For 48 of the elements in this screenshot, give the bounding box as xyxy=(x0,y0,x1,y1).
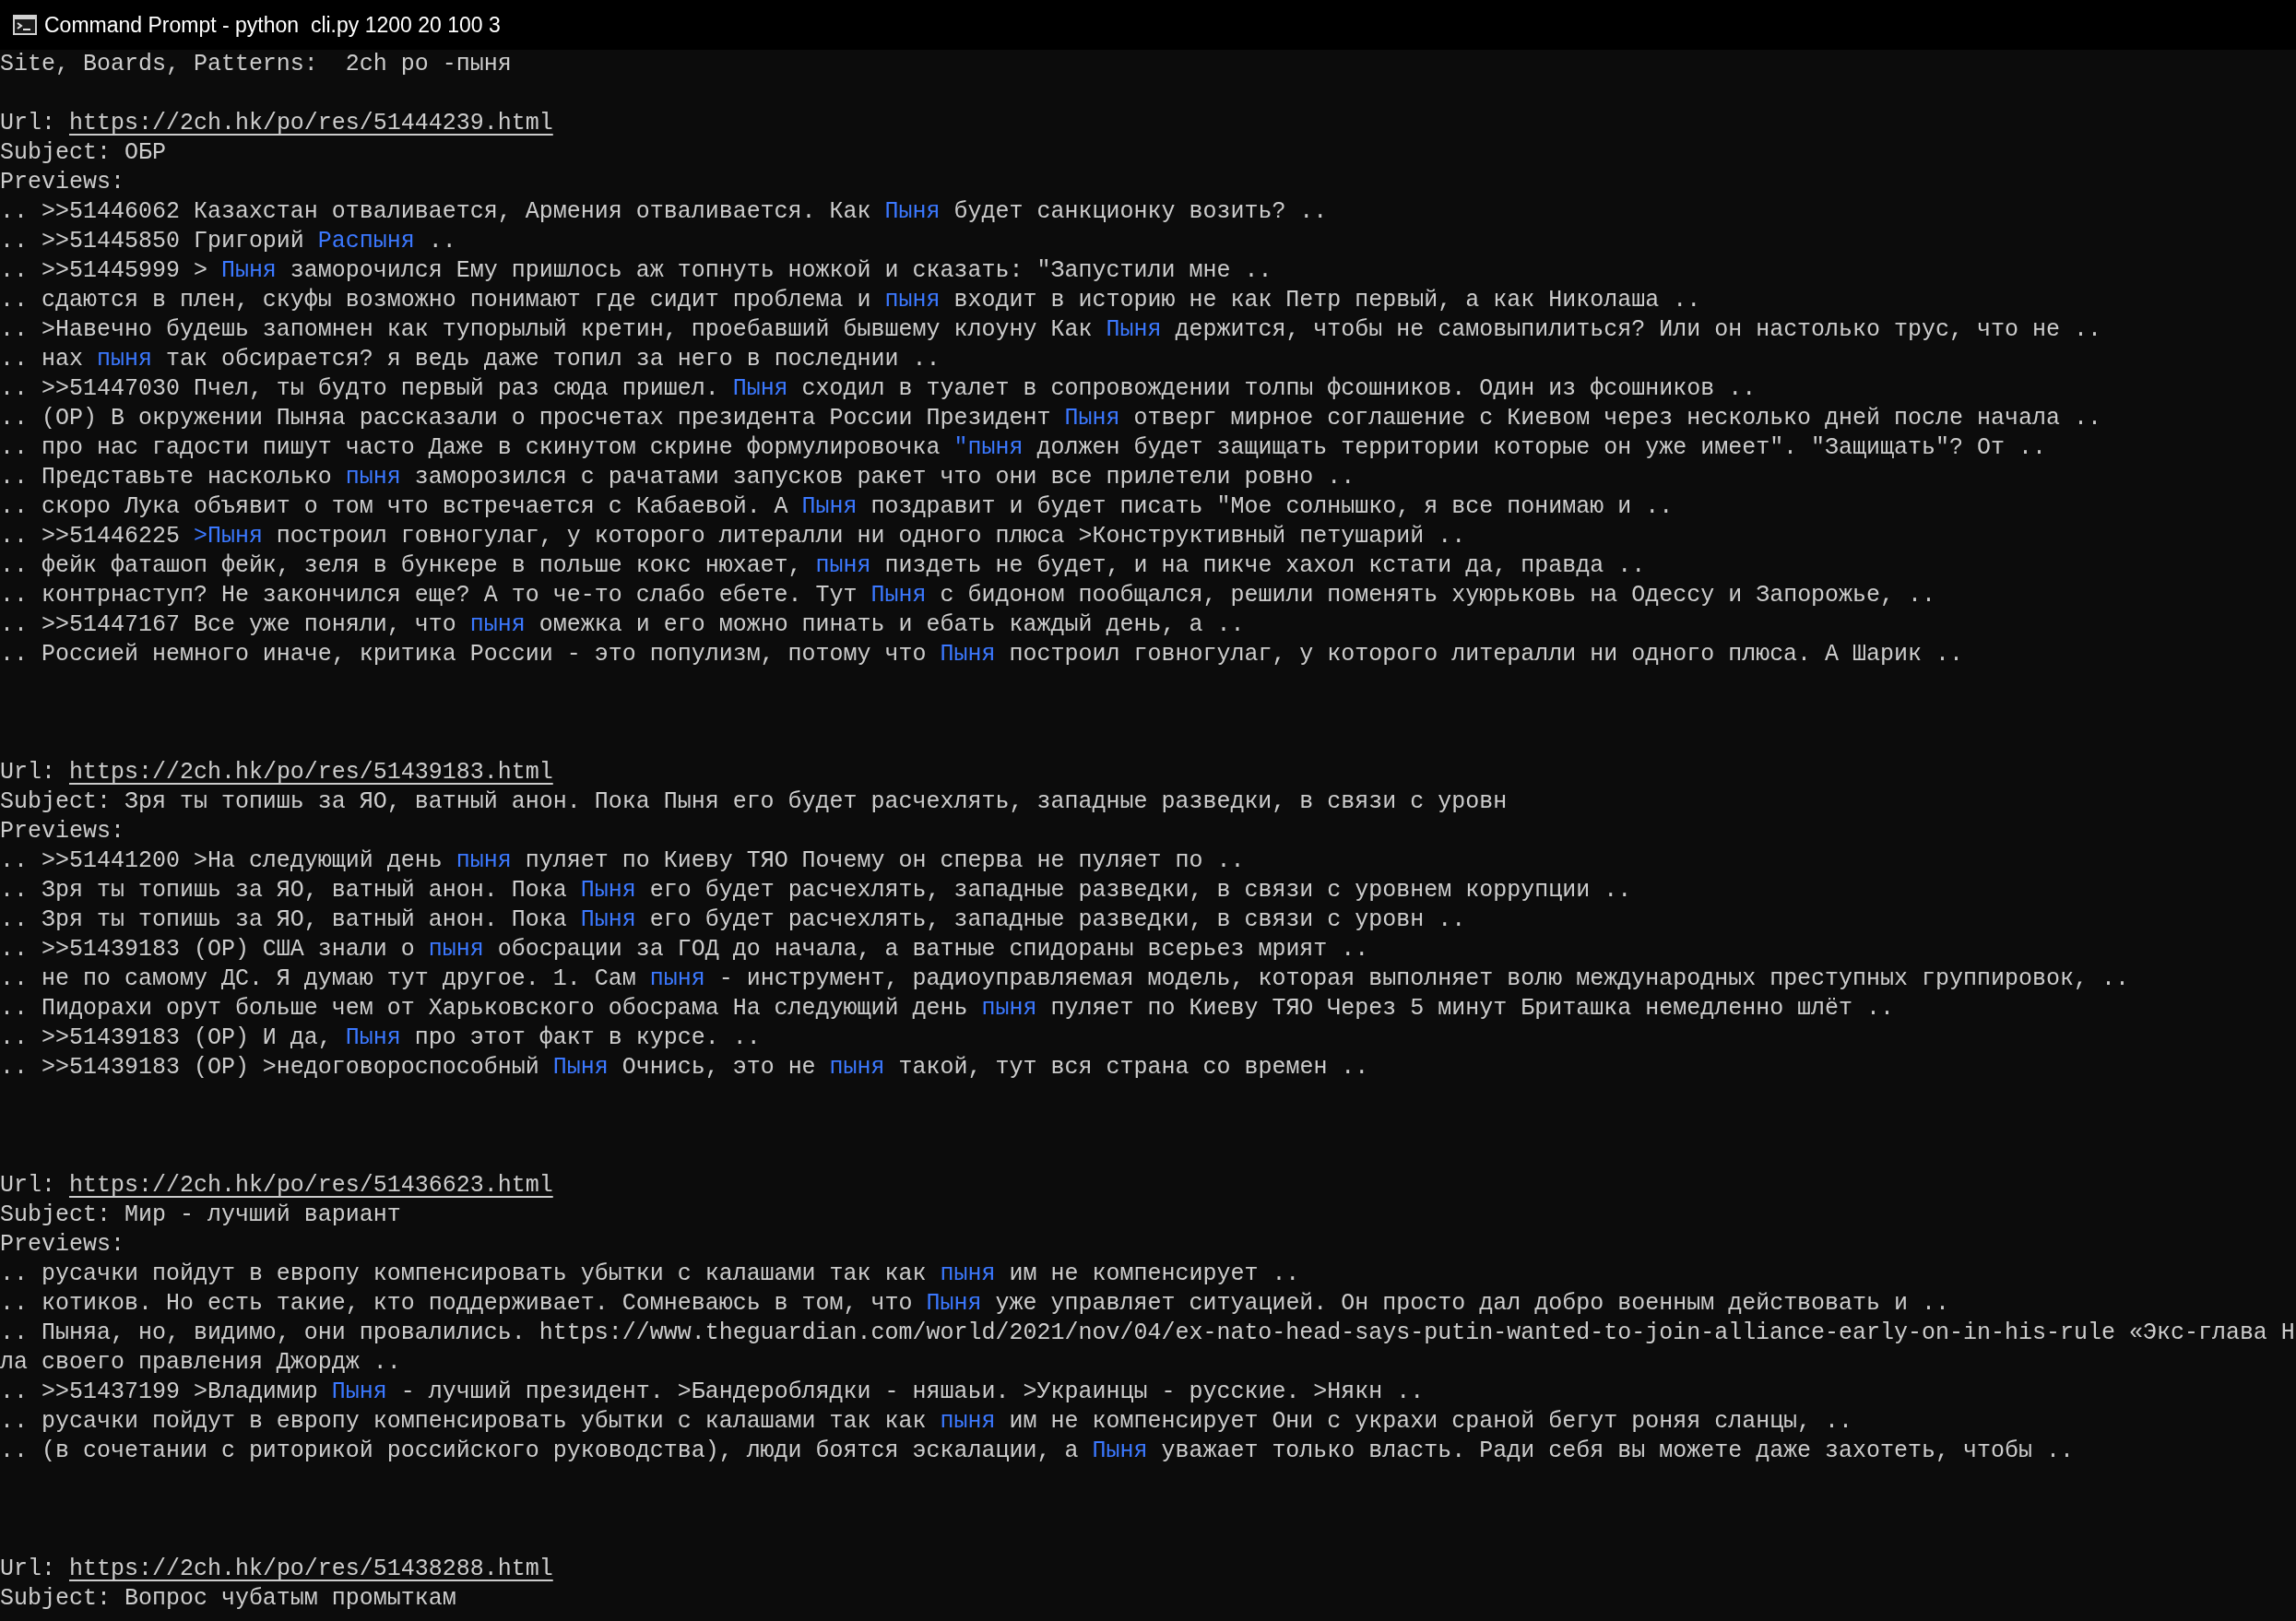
url-label: Url: xyxy=(0,109,55,138)
preview-line: .. сдаются в плен, скуфы возможно понимают где сидит проблема и пыня входит в историю не как Петр первый, а как Николаша .. xyxy=(0,286,1701,315)
preview-line: .. Зря ты топишь за ЯО, ватный анон. Пока Пыня его будет расчехлять, западные разведки, в связи с уровнем коррупции .. xyxy=(0,876,1632,905)
preview-line: .. >>51447030 Пчел, ты будто первый раз сюда пришел. Пыня сходил в туалет в сопровождении толпы фсошников. Один из фсошников .. xyxy=(0,374,1757,404)
preview-line: .. не по самому ДС. Я думаю тут другое. 1. Сам пыня - инструмент, радиоуправляемая модель, которая выполняет волю международных преступных группировок, .. xyxy=(0,964,2129,994)
previews-label: Previews: xyxy=(0,168,124,197)
preview-line: .. Представьте насколько пыня заморозился с рачатами запусков ракет что они все прилетели ровно .. xyxy=(0,463,1355,492)
window-title: Command Prompt - python cli.py 1200 20 100 3 xyxy=(44,11,501,39)
preview-line: .. нах пыня так обсирается? я ведь даже топил за него в последнии .. xyxy=(0,345,941,374)
subject-line: Subject: Мир - лучший вариант xyxy=(0,1201,401,1230)
preview-line: .. >>51439183 (ОР) >недоговороспособный Пыня Очнись, это не пыня такой, тут вся страна со времен .. xyxy=(0,1053,1369,1083)
preview-line: .. русачки пойдут в европу компенсировать убытки с калашами так как пыня им не компенсирует .. xyxy=(0,1260,1300,1289)
preview-line: .. >>51445999 > Пыня заморочился Ему пришлось аж топнуть ножкой и сказать: "Запустили мне .. xyxy=(0,256,1272,286)
preview-line: .. (в сочетании с риторикой российского руководства), люди боятся эскалации, а Пыня уважает только власть. Ради себя вы можете даже захотеть, чтобы .. xyxy=(0,1437,2074,1466)
preview-line: .. >>51441200 >На следующий день пыня пуляет по Киеву ТЯО Почему он сперва не пуляет по .. xyxy=(0,846,1245,876)
preview-line: .. Россией немного иначе, критика России - это популизм, потому что Пыня построил говногулаг, у которого литералли ни одного плюса. А Шарик .. xyxy=(0,640,1964,669)
preview-line: .. >>51446062 Казахстан отваливается, Армения отваливается. Как Пыня будет санкционку возить? .. xyxy=(0,197,1328,227)
url-link[interactable]: https://2ch.hk/po/res/51444239.html xyxy=(69,109,553,138)
preview-line: .. скоро Лука объявит о том что встречается с Кабаевой. А Пыня поздравит и будет писать "Мое солнышко, я все понимаю и .. xyxy=(0,492,1674,522)
url-label: Url: xyxy=(0,758,55,787)
preview-line: .. >>51447167 Все уже поняли, что пыня омежка и его можно пинать и ебать каждый день, а .. xyxy=(0,610,1245,640)
url-link[interactable]: https://2ch.hk/po/res/51438288.html xyxy=(69,1555,553,1584)
preview-line: .. русачки пойдут в европу компенсировать убытки с калашами так как пыня им не компенсирует Они с украхи сраной бегут роняя сланцы, .. xyxy=(0,1407,1853,1437)
subject-line: Subject: Зря ты топишь за ЯО, ватный анон. Пока Пыня его будет расчехлять, западные разведки, в связи с уровн xyxy=(0,787,1508,817)
url-label: Url: xyxy=(0,1171,55,1201)
preview-line: .. >Навечно будешь запомнен как тупорылый кретин, проебавший бывшему клоуну Как Пыня держится, чтобы не самовыпилиться? Или он настолько трус, что не .. xyxy=(0,315,2101,345)
url-label: Url: xyxy=(0,1555,55,1584)
preview-line: .. котиков. Но есть такие, кто поддерживает. Сомневаюсь в том, что Пыня уже управляет ситуацией. Он просто дал добро военным действовать и .. xyxy=(0,1289,1950,1319)
url-link[interactable]: https://2ch.hk/po/res/51439183.html xyxy=(69,758,553,787)
previews-label: Previews: xyxy=(0,817,124,846)
preview-line: .. >>51439183 (ОР) И да, Пыня про этот факт в курсе. .. xyxy=(0,1023,761,1053)
previews-label: Previews: xyxy=(0,1230,124,1260)
preview-line: .. фейк фаташоп фейк, зеля в бункере в польше кокс нюхает, пыня пиздеть не будет, и на пикче хахол кстати да, правда .. xyxy=(0,551,1646,581)
terminal-icon xyxy=(13,15,37,35)
input-line: Site, Boards, Patterns: 2ch po -пыня xyxy=(0,50,512,79)
preview-line: .. Зря ты топишь за ЯО, ватный анон. Пока Пыня его будет расчехлять, западные разведки, в связи с уровн .. xyxy=(0,905,1466,935)
preview-line: .. Пидорахи орут больше чем от Харьковского обосрама На следующий день пыня пуляет по Киеву ТЯО Через 5 минут Бриташка немедленно шлёт .. xyxy=(0,994,1895,1023)
subject-line: Subject: ОБР xyxy=(0,138,166,168)
preview-line: .. >>51437199 >Владимир Пыня - лучший президент. >Бандероблядки - няшаьи. >Украинцы - русские. >Някн .. xyxy=(0,1378,1425,1407)
preview-line: .. про нас гадости пишут часто Даже в скинутом скрине формулировочка "пыня должен будет защищать территории которые он уже имеет". "Защищать"? От .. xyxy=(0,433,2046,463)
preview-line: .. (ОР) В окружении Пыняа рассказали о просчетах президента России Президент Пыня отверг мирное соглашение с Киевом через несколько дней после начала .. xyxy=(0,404,2101,433)
subject-line: Subject: Вопрос чубатым промыткам xyxy=(0,1584,456,1614)
preview-line: .. Пыняа, но, видимо, они провалились. https://www.theguardian.com/world/2021/nov/04/ex-nato-head-says-putin-wanted-to-join-alliance-early-on-in-his-rule «Экс-глава Нла своего правления Джордж .. xyxy=(0,1319,2296,1378)
preview-line: .. >>51445850 Григорий Распыня .. xyxy=(0,227,456,256)
preview-line: .. контрнаступ? Не закончился еще? А то че-то слабо ебете. Тут Пыня с бидоном пообщался, решили поменять хуюрьковь на Одессу и Запорожье, .. xyxy=(0,581,1936,610)
preview-line: .. >>51439183 (ОР) США знали о пыня обосрации за ГОД до начала, а ватные спидораны всерьез мрият .. xyxy=(0,935,1369,964)
url-link[interactable]: https://2ch.hk/po/res/51436623.html xyxy=(69,1171,553,1201)
preview-line: .. >>51446225 >Пыня построил говногулаг, у которого литералли ни одного плюса >Конструктивный петушарий .. xyxy=(0,522,1466,551)
